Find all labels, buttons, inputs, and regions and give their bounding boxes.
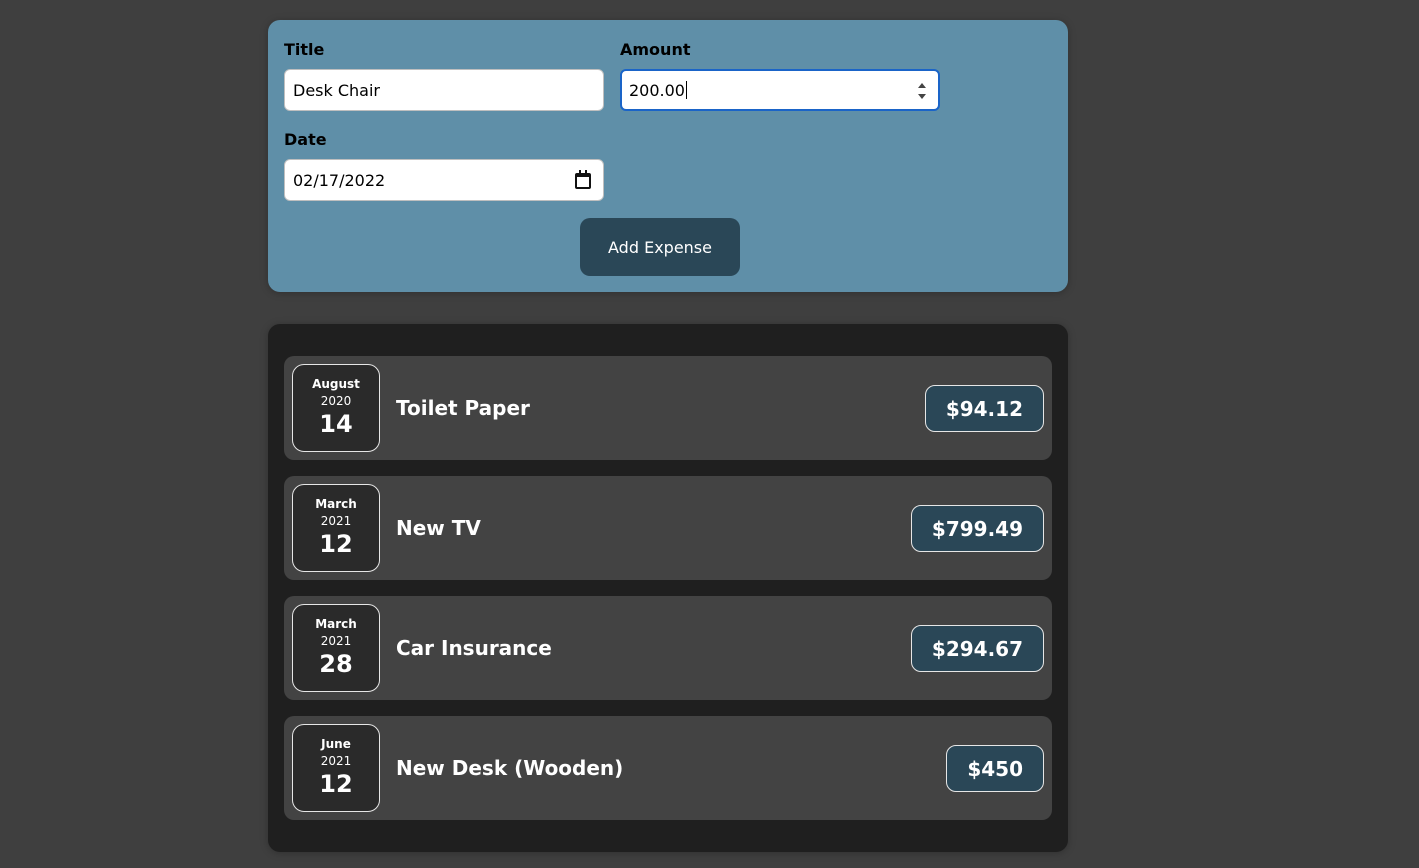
spin-up-icon[interactable]: [918, 83, 926, 88]
expense-date-day: 28: [319, 650, 353, 678]
title-input[interactable]: Desk Chair: [284, 69, 604, 111]
expense-date-month: August: [312, 377, 360, 391]
title-input-value: Desk Chair: [293, 80, 380, 100]
title-label: Title: [284, 40, 325, 59]
expense-date: March 2021 28: [292, 604, 380, 692]
expense-date-year: 2020: [320, 394, 352, 408]
expense-date: August 2020 14: [292, 364, 380, 452]
new-expense-form: Title Desk Chair Amount 200.00 Date 02/1…: [268, 20, 1068, 292]
expense-date: June 2021 12: [292, 724, 380, 812]
spin-down-icon[interactable]: [918, 94, 926, 99]
expense-item: August 2020 14 Toilet Paper $94.12: [284, 356, 1052, 460]
expense-title: New Desk (Wooden): [396, 756, 624, 780]
expense-date: March 2021 12: [292, 484, 380, 572]
expense-title: Car Insurance: [396, 636, 552, 660]
expense-date-day: 12: [319, 530, 353, 558]
expense-date-day: 12: [319, 770, 353, 798]
expense-date-month: March: [315, 497, 357, 511]
date-input-value: 02/17/2022: [293, 170, 386, 190]
expense-item: March 2021 28 Car Insurance $294.67: [284, 596, 1052, 700]
date-label: Date: [284, 130, 327, 149]
expense-date-year: 2021: [320, 634, 352, 648]
expense-amount-badge: $94.12: [924, 385, 1044, 432]
expense-amount-badge: $450: [946, 745, 1044, 792]
expense-item: March 2021 12 New TV $799.49: [284, 476, 1052, 580]
expense-amount-badge: $799.49: [910, 505, 1044, 552]
expense-date-month: June: [321, 737, 351, 751]
expense-date-year: 2021: [320, 754, 352, 768]
amount-input[interactable]: 200.00: [620, 69, 940, 111]
expense-date-day: 14: [319, 410, 353, 438]
amount-label: Amount: [620, 40, 691, 59]
calendar-icon[interactable]: [575, 170, 591, 189]
expense-title: New TV: [396, 516, 481, 540]
expense-date-month: March: [315, 617, 357, 631]
number-spinner-icon[interactable]: [916, 80, 928, 102]
expense-title: Toilet Paper: [396, 396, 530, 420]
title-field: Title Desk Chair: [284, 40, 604, 111]
amount-input-value: 200.00: [629, 80, 685, 100]
date-field: Date 02/17/2022: [284, 130, 604, 201]
date-input[interactable]: 02/17/2022: [284, 159, 604, 201]
expense-amount-badge: $294.67: [910, 625, 1044, 672]
expense-list: August 2020 14 Toilet Paper $94.12 March…: [268, 324, 1068, 852]
add-expense-button[interactable]: Add Expense: [580, 218, 740, 276]
amount-field: Amount 200.00: [620, 40, 940, 111]
expense-item: June 2021 12 New Desk (Wooden) $450: [284, 716, 1052, 820]
expense-date-year: 2021: [320, 514, 352, 528]
text-caret: [685, 81, 687, 99]
